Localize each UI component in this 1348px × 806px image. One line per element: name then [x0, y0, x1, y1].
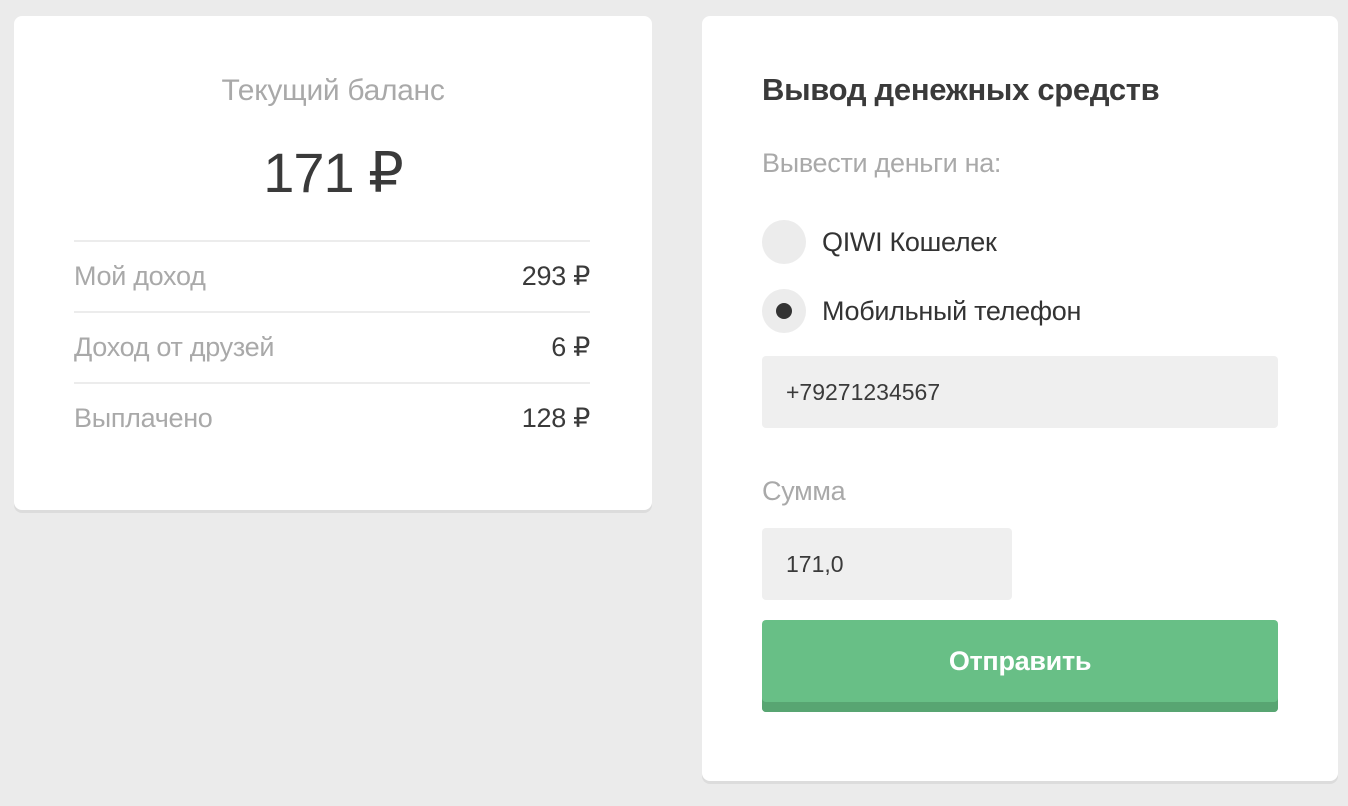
radio-selected-dot: [776, 303, 792, 319]
submit-button[interactable]: Отправить: [762, 620, 1278, 712]
radio-label[interactable]: QIWI Кошелек: [822, 227, 997, 258]
phone-input[interactable]: [762, 356, 1278, 428]
withdraw-title: Вывод денежных средств: [762, 72, 1160, 107]
stat-row-friends-income: Доход от друзей 6 ₽: [74, 311, 590, 382]
stat-row-paid-out: Выплачено 128 ₽: [74, 382, 590, 453]
radio-label[interactable]: Мобильный телефон: [822, 296, 1081, 327]
radio-qiwi-wallet[interactable]: QIWI Кошелек: [762, 220, 997, 264]
withdraw-card: Вывод денежных средств Вывести деньги на…: [702, 16, 1338, 781]
stat-value: 128 ₽: [521, 403, 591, 433]
radio-circle-selected[interactable]: [762, 289, 806, 333]
stat-value: 6 ₽: [551, 332, 590, 362]
balance-stats: Мой доход 293 ₽ Доход от друзей 6 ₽ Выпл…: [74, 240, 590, 453]
stat-row-my-income: Мой доход 293 ₽: [74, 240, 590, 311]
sum-input[interactable]: [762, 528, 1012, 600]
balance-title: Текущий баланс: [221, 74, 445, 107]
withdraw-destination-label: Вывести деньги на:: [762, 148, 1002, 178]
radio-circle[interactable]: [762, 220, 806, 264]
sum-label: Сумма: [762, 476, 846, 506]
stat-value: 293 ₽: [521, 261, 591, 291]
radio-mobile-phone[interactable]: Мобильный телефон: [762, 289, 1081, 333]
stat-label: Мой доход: [74, 261, 206, 291]
balance-card: Текущий баланс 171 ₽ Мой доход 293 ₽ Дох…: [14, 16, 652, 510]
stat-label: Выплачено: [74, 403, 213, 433]
balance-amount: 171 ₽: [263, 141, 404, 204]
stat-label: Доход от друзей: [74, 332, 275, 362]
